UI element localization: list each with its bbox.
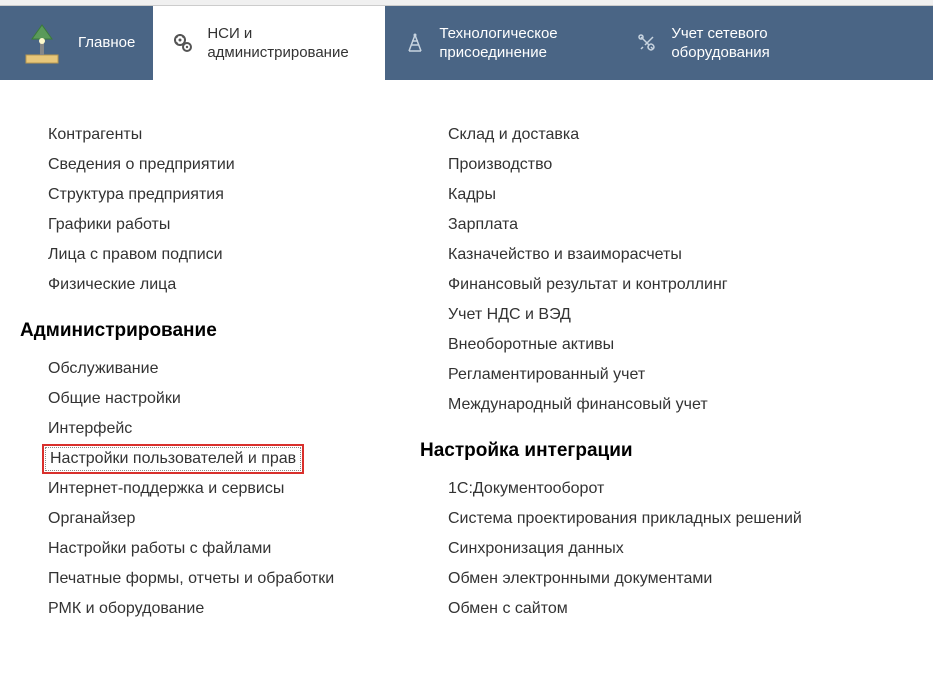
section-title-integration: Настройка интеграции: [420, 440, 840, 462]
link-company-structure[interactable]: Структура предприятия: [44, 180, 228, 210]
link-salary[interactable]: Зарплата: [444, 210, 522, 240]
link-maintenance[interactable]: Обслуживание: [44, 354, 162, 384]
link-individuals[interactable]: Физические лица: [44, 270, 180, 300]
link-general-settings[interactable]: Общие настройки: [44, 384, 185, 414]
tower-icon: [403, 31, 427, 55]
link-print-forms-reports[interactable]: Печатные формы, отчеты и обработки: [44, 564, 338, 594]
link-1c-docflow[interactable]: 1С:Документооборот: [444, 474, 608, 504]
nav-label: Главное: [78, 33, 135, 53]
link-file-settings[interactable]: Настройки работы с файлами: [44, 534, 275, 564]
nav-label: Учет сетевого оборудования: [671, 24, 831, 63]
link-international-accounting[interactable]: Международный финансовый учет: [444, 390, 712, 420]
gear-icon: [171, 31, 195, 55]
nav-label: НСИ и администрирование: [207, 24, 367, 63]
link-warehouse-delivery[interactable]: Склад и доставка: [444, 120, 583, 150]
tools-icon: [635, 31, 659, 55]
link-interface[interactable]: Интерфейс: [44, 414, 136, 444]
nav-label: Технологическое присоединение: [439, 24, 599, 63]
link-rmk-equipment[interactable]: РМК и оборудование: [44, 594, 208, 624]
link-user-rights-settings[interactable]: Настройки пользователей и прав: [42, 444, 304, 474]
right-column: Склад и доставка Производство Кадры Зарп…: [420, 120, 840, 624]
link-site-exchange[interactable]: Обмен с сайтом: [444, 594, 572, 624]
link-treasury[interactable]: Казначейство и взаиморасчеты: [444, 240, 686, 270]
link-hr[interactable]: Кадры: [444, 180, 500, 210]
left-column: Контрагенты Сведения о предприятии Струк…: [20, 120, 360, 624]
link-financial-result[interactable]: Финансовый результат и контроллинг: [444, 270, 732, 300]
link-company-info[interactable]: Сведения о предприятии: [44, 150, 239, 180]
link-applied-solutions-design[interactable]: Система проектирования прикладных решени…: [444, 504, 806, 534]
link-noncurrent-assets[interactable]: Внеоборотные активы: [444, 330, 618, 360]
nav-item-network-equipment[interactable]: Учет сетевого оборудования: [617, 6, 849, 80]
link-regulated-accounting[interactable]: Регламентированный учет: [444, 360, 649, 390]
link-work-schedules[interactable]: Графики работы: [44, 210, 174, 240]
link-signatories[interactable]: Лица с правом подписи: [44, 240, 227, 270]
nav-item-main[interactable]: Главное: [0, 6, 153, 80]
link-data-sync[interactable]: Синхронизация данных: [444, 534, 628, 564]
link-contragents[interactable]: Контрагенты: [44, 120, 146, 150]
content-area: Контрагенты Сведения о предприятии Струк…: [0, 80, 933, 644]
nav-item-nsi-admin[interactable]: НСИ и администрирование: [153, 6, 385, 80]
link-internet-support[interactable]: Интернет-поддержка и сервисы: [44, 474, 288, 504]
link-organizer[interactable]: Органайзер: [44, 504, 139, 534]
nav-item-tech-connection[interactable]: Технологическое присоединение: [385, 6, 617, 80]
link-edoc-exchange[interactable]: Обмен электронными документами: [444, 564, 716, 594]
section-title-admin: Администрирование: [20, 320, 360, 342]
link-production[interactable]: Производство: [444, 150, 556, 180]
link-vat-ved[interactable]: Учет НДС и ВЭД: [444, 300, 575, 330]
lamp-icon: [18, 19, 66, 67]
main-nav: Главное НСИ и администрирование Технолог…: [0, 6, 933, 80]
